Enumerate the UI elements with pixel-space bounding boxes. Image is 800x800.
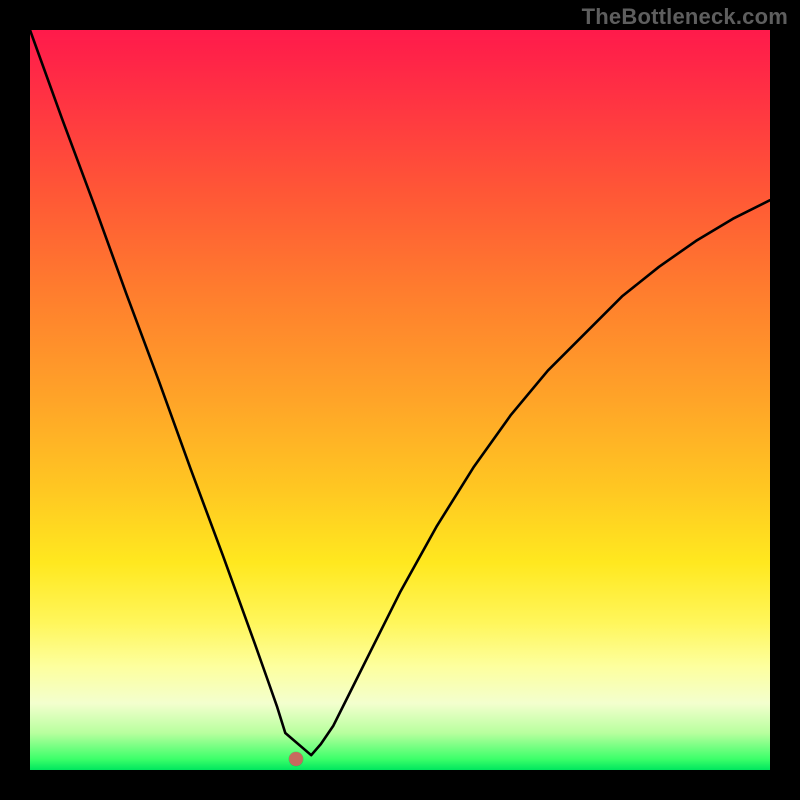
minimum-marker-icon	[289, 752, 303, 766]
chart-frame: TheBottleneck.com	[0, 0, 800, 800]
watermark-text: TheBottleneck.com	[582, 4, 788, 30]
bottleneck-curve	[30, 30, 770, 770]
plot-area	[30, 30, 770, 770]
